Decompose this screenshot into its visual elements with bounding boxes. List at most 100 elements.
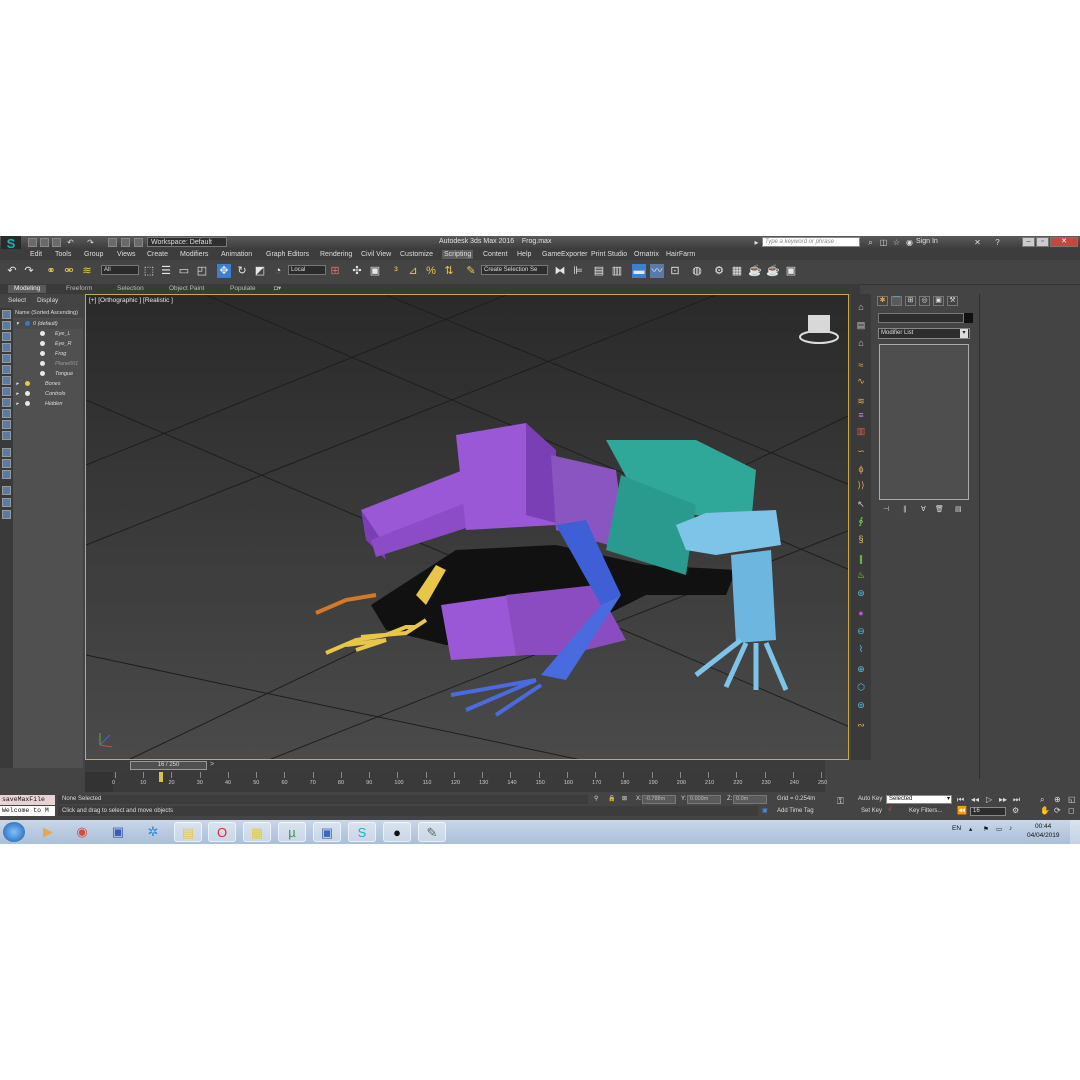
render-production-icon[interactable]: ☕: [748, 264, 762, 278]
expand-icon[interactable]: ▸: [752, 238, 761, 247]
filter-icon[interactable]: [2, 470, 11, 479]
utorrent-icon[interactable]: µ: [278, 822, 306, 842]
workspace-dropdown[interactable]: Workspace: Default: [147, 237, 227, 247]
list-item[interactable]: Plane001: [13, 359, 83, 369]
menu-create[interactable]: Create: [145, 250, 170, 259]
zoom-icon[interactable]: ⌕: [1040, 795, 1044, 805]
sign-in-link[interactable]: Sign In: [916, 238, 938, 245]
motion-tab-icon[interactable]: ◎: [919, 296, 930, 306]
tool-icon[interactable]: ⊕: [856, 664, 866, 674]
explorer-column-header[interactable]: Name (Sorted Ascending): [13, 308, 83, 318]
list-item[interactable]: ▸ Controls: [13, 389, 83, 399]
render-in-cloud-icon[interactable]: ▣: [784, 264, 798, 278]
reference-coordinate-dropdown[interactable]: Local: [288, 265, 326, 275]
pan-icon[interactable]: ✋: [1040, 806, 1050, 815]
time-slider-thumb[interactable]: 16 / 250: [130, 761, 207, 770]
key-mode-toggle-icon[interactable]: ⏪: [957, 806, 967, 815]
render-setup-icon[interactable]: ⚙: [712, 264, 726, 278]
modifier-stack[interactable]: [879, 344, 969, 500]
select-place-icon[interactable]: ◔: [271, 264, 285, 278]
menu-rendering[interactable]: Rendering: [318, 250, 354, 259]
exchange-icon[interactable]: ✕: [973, 238, 982, 247]
show-end-result-icon[interactable]: ∥: [903, 505, 907, 513]
expand-icon[interactable]: ▸: [16, 399, 19, 409]
ribbon-options-icon[interactable]: ◘▾: [274, 285, 281, 293]
named-selection-set-dropdown[interactable]: Create Selection Se: [481, 265, 548, 275]
filter-icon[interactable]: [2, 365, 11, 374]
menu-graph-editors[interactable]: Graph Editors: [264, 250, 311, 259]
create-tab-icon[interactable]: ✱: [877, 296, 888, 306]
list-item[interactable]: ▸ Hidden: [13, 399, 83, 409]
list-item[interactable]: Eye_R: [13, 339, 83, 349]
filter-icon[interactable]: [2, 498, 11, 507]
tool-icon[interactable]: §: [856, 534, 866, 544]
select-rotate-icon[interactable]: ↻: [235, 264, 249, 278]
media-player-icon[interactable]: ▶: [34, 822, 62, 842]
ribbon-tab-populate[interactable]: Populate: [230, 285, 256, 293]
redo-icon[interactable]: ↷: [22, 264, 36, 278]
curve-editor-icon[interactable]: 〰: [650, 264, 664, 278]
folder-icon[interactable]: ▦: [243, 822, 271, 842]
filter-icon[interactable]: [2, 420, 11, 429]
zoom-all-icon[interactable]: ⊕: [1054, 795, 1061, 804]
clock-date[interactable]: 04/04/2019: [1027, 832, 1060, 839]
tool-icon[interactable]: ≋: [856, 396, 866, 406]
close-button[interactable]: ✕: [1050, 237, 1078, 247]
user-icon[interactable]: ◉: [905, 238, 914, 247]
app-icon[interactable]: ✲: [139, 822, 167, 842]
tool-icon[interactable]: ●: [856, 608, 866, 618]
edit-named-selection-icon[interactable]: ✎: [464, 264, 478, 278]
save-file-icon[interactable]: [52, 238, 61, 247]
binoculars-icon[interactable]: ⌕: [866, 238, 875, 247]
angle-snap-icon[interactable]: ⊿: [406, 264, 420, 278]
explorer-tab-display[interactable]: Display: [37, 297, 58, 304]
window-crossing-icon[interactable]: ◰: [195, 264, 209, 278]
tool-icon[interactable]: ≈: [856, 360, 866, 370]
mini-curve-editor-icon[interactable]: [85, 772, 113, 792]
remove-modifier-icon[interactable]: 🗑: [935, 505, 944, 513]
tool-icon[interactable]: ⊖: [856, 626, 866, 636]
project-folder-icon[interactable]: [108, 238, 117, 247]
rectangular-selection-icon[interactable]: ▭: [177, 264, 191, 278]
bind-space-warp-icon[interactable]: ≋: [80, 264, 94, 278]
menu-animation[interactable]: Animation: [219, 250, 254, 259]
set-key-filter-icon[interactable]: √: [888, 807, 891, 813]
zoom-extents-icon[interactable]: ◱: [1068, 795, 1076, 804]
link-icon[interactable]: ⚭: [44, 264, 58, 278]
expand-icon[interactable]: ▾: [16, 319, 19, 329]
maxscript-listener-output[interactable]: Welcome to M: [0, 806, 55, 816]
pivot-center-icon[interactable]: ⊞: [328, 264, 342, 278]
filter-icon[interactable]: [2, 332, 11, 341]
filter-icon[interactable]: [2, 459, 11, 468]
menu-scripting[interactable]: Scripting: [442, 250, 474, 259]
go-to-start-icon[interactable]: ⏮: [957, 795, 964, 805]
perspective-viewport[interactable]: [+] [Orthographic ] [Realistic ]: [85, 294, 849, 760]
network-icon[interactable]: ▭: [996, 825, 1002, 833]
tray-expand-icon[interactable]: ▴: [969, 825, 972, 833]
subscription-icon[interactable]: ◫: [879, 238, 888, 247]
selection-filter-dropdown[interactable]: All: [101, 265, 139, 275]
render-iterative-icon[interactable]: ☕: [766, 264, 780, 278]
track-bar[interactable]: 0 10 20 30 40 50 60 70 80 90 100 110 120 130 140 150 160…: [85, 772, 827, 792]
menu-gameexporter[interactable]: GameExporter: [540, 250, 590, 259]
language-indicator[interactable]: EN: [952, 825, 961, 832]
ribbon-tab-freeform[interactable]: Freeform: [66, 285, 92, 293]
view-cube-icon[interactable]: [799, 315, 839, 344]
key-marker[interactable]: [159, 772, 163, 782]
menu-customize[interactable]: Customize: [398, 250, 435, 259]
chrome-icon[interactable]: ◉: [68, 822, 96, 842]
select-by-name-icon[interactable]: ☰: [159, 264, 173, 278]
remote-desktop-icon[interactable]: ▣: [313, 822, 341, 842]
mirror-icon[interactable]: ⧓: [553, 264, 567, 278]
list-item[interactable]: ▾ 0 (default): [13, 319, 83, 329]
select-object-icon[interactable]: ⬚: [142, 264, 156, 278]
select-move-icon[interactable]: ✥: [217, 264, 231, 278]
filter-icon[interactable]: [2, 398, 11, 407]
app-icon[interactable]: ●: [383, 822, 411, 842]
menu-content[interactable]: Content: [481, 250, 510, 259]
tool-icon[interactable]: ⌂: [856, 302, 866, 312]
tool-icon[interactable]: ∥: [856, 554, 866, 564]
redo-icon[interactable]: ↷: [86, 238, 95, 247]
filter-icon[interactable]: [2, 310, 11, 319]
tool-icon[interactable]: ≡: [856, 410, 866, 420]
